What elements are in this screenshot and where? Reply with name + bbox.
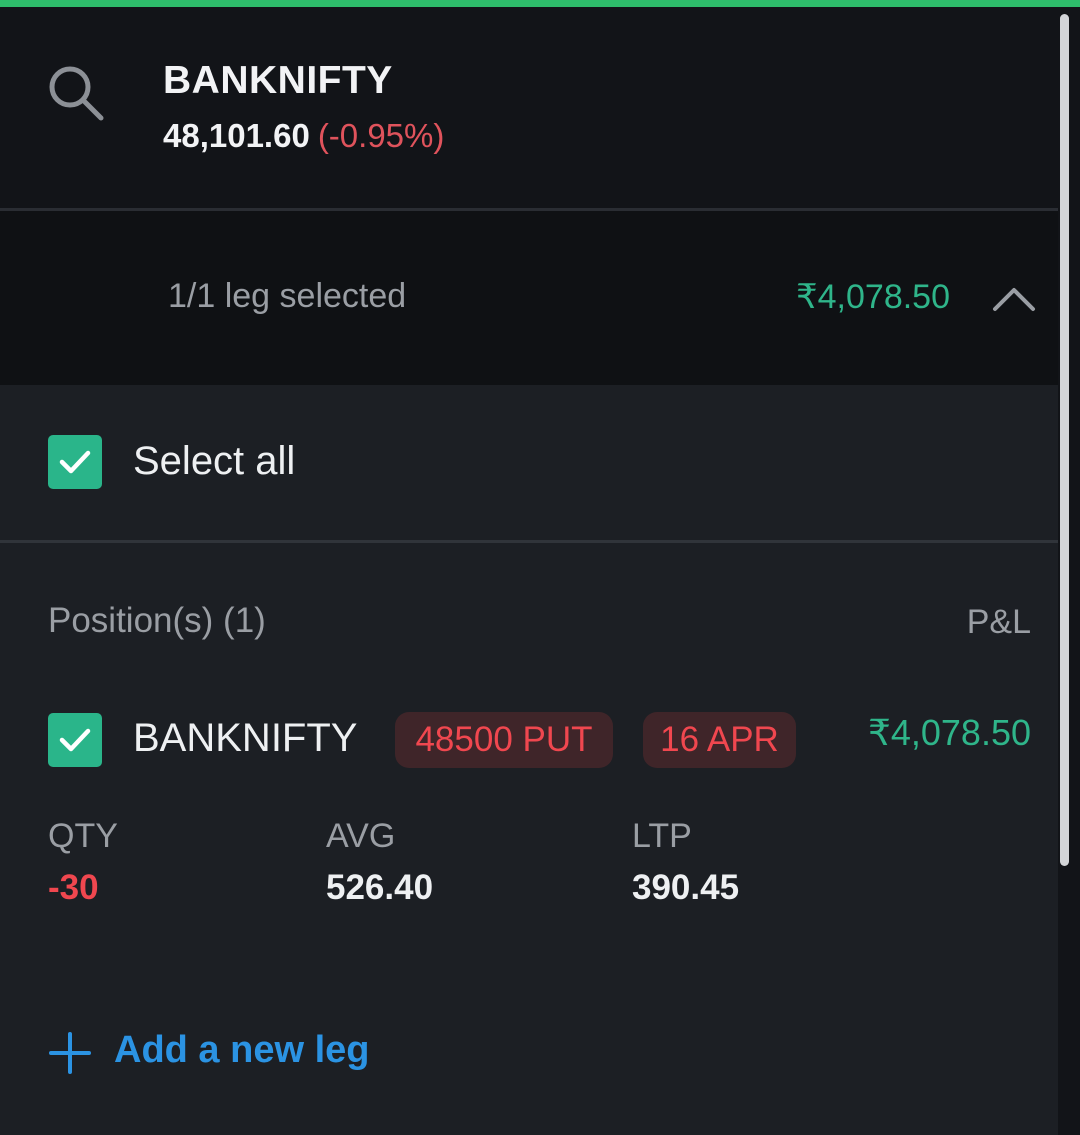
position-checkbox[interactable]	[48, 713, 102, 767]
positions-count-header: Position(s) (1)	[48, 601, 266, 640]
search-icon[interactable]	[46, 63, 106, 123]
top-accent-bar	[0, 0, 1080, 7]
ltp-stat: LTP 390.45	[632, 817, 739, 908]
instrument-symbol: BANKNIFTY	[163, 59, 393, 102]
qty-stat: QTY -30	[48, 817, 118, 908]
qty-label: QTY	[48, 817, 118, 855]
avg-label: AVG	[326, 817, 396, 855]
checkmark-icon	[59, 450, 91, 474]
chevron-up-icon[interactable]	[992, 283, 1036, 313]
instrument-price: 48,101.60	[163, 117, 310, 154]
plus-icon	[49, 1032, 91, 1074]
strike-badge: 48500 PUT	[395, 712, 613, 768]
position-symbol: BANKNIFTY	[133, 716, 358, 760]
expiry-badge: 16 APR	[643, 712, 796, 768]
ltp-value: 390.45	[632, 868, 740, 907]
avg-value: 526.40	[326, 868, 434, 907]
total-pnl: ₹4,078.50	[796, 278, 950, 316]
add-new-leg-label: Add a new leg	[114, 1029, 370, 1071]
strategy-panel: BANKNIFTY 48,101.60 (-0.95%) 1/1 leg sele…	[0, 0, 1080, 1135]
legs-selected-text: 1/1 leg selected	[168, 277, 407, 315]
instrument-change: (-0.95%)	[317, 117, 445, 154]
legs-panel: Select all Position(s) (1) P&L BANKNIFTY…	[0, 385, 1058, 1135]
instrument-header: BANKNIFTY 48,101.60 (-0.95%)	[0, 7, 1058, 208]
select-all-row[interactable]: Select all	[0, 385, 1058, 540]
position-row[interactable]: BANKNIFTY 48500 PUT 16 APR ₹4,078.50	[0, 700, 1058, 796]
pnl-column-header: P&L	[966, 603, 1031, 641]
checkmark-icon	[59, 728, 91, 752]
select-all-label: Select all	[133, 439, 296, 483]
leg-summary-bar[interactable]: 1/1 leg selected ₹4,078.50	[0, 211, 1058, 385]
position-pnl: ₹4,078.50	[867, 712, 1031, 753]
qty-value: -30	[48, 868, 99, 907]
instrument-price-line: 48,101.60 (-0.95%)	[163, 117, 444, 155]
avg-stat: AVG 526.40	[326, 817, 433, 908]
ltp-label: LTP	[632, 817, 692, 855]
select-all-divider	[0, 540, 1058, 543]
scrollbar-thumb[interactable]	[1060, 14, 1069, 866]
select-all-checkbox[interactable]	[48, 435, 102, 489]
